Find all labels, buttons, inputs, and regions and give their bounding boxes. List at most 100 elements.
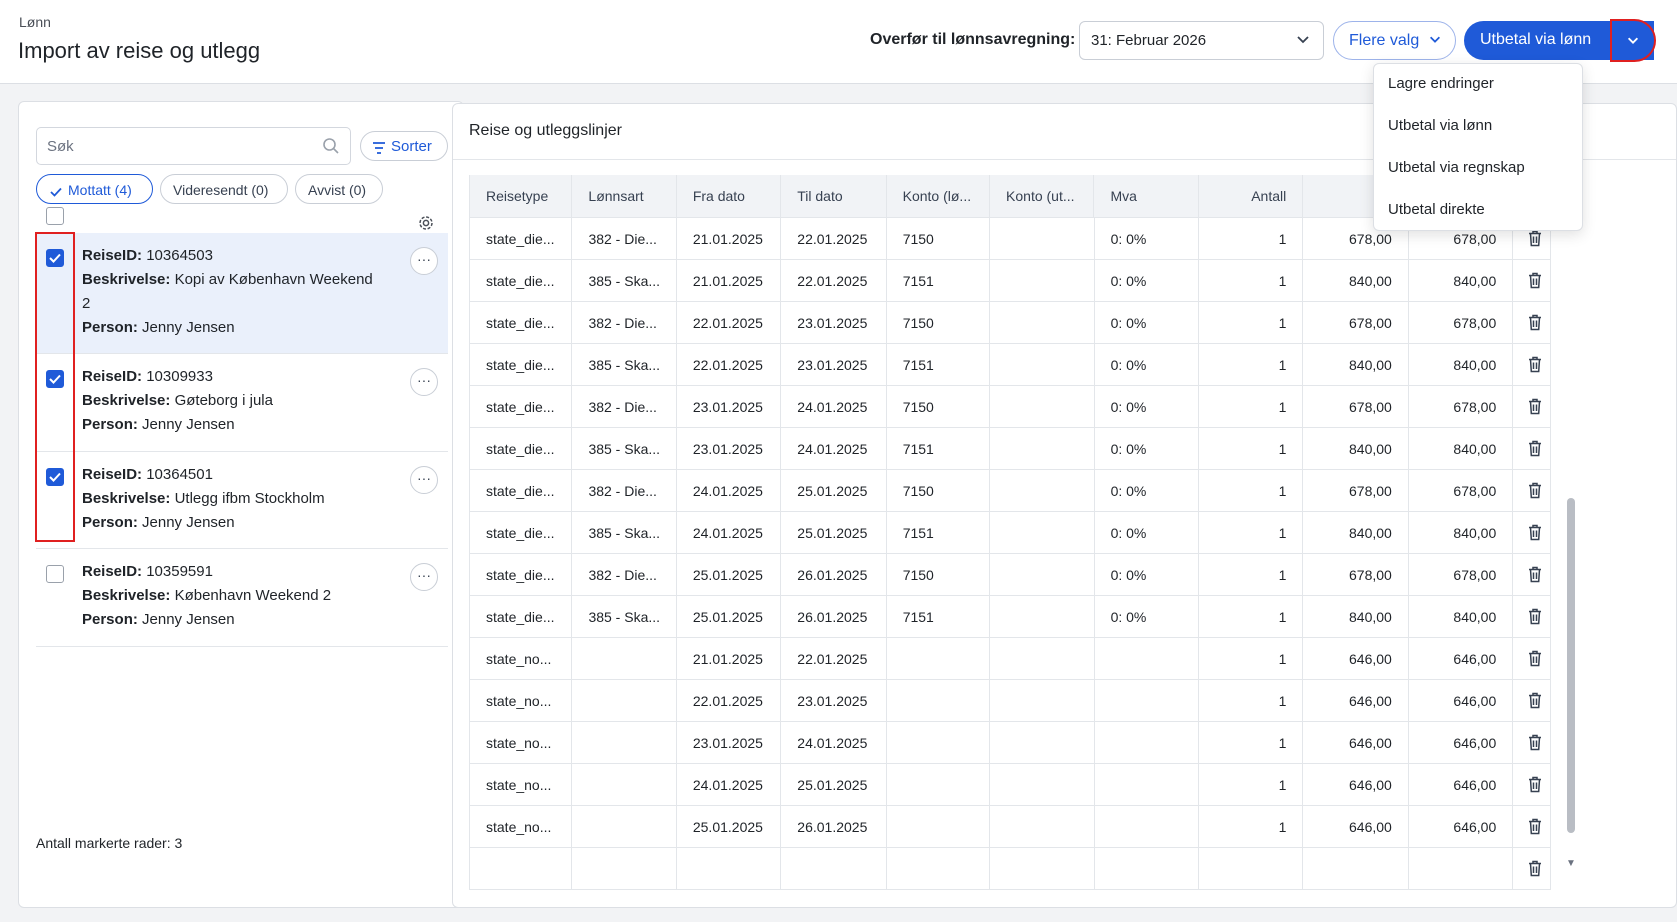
table-cell: 24.01.2025 bbox=[781, 428, 887, 469]
table-row[interactable]: state_die... 385 - Ska... 24.01.2025 25.01.… bbox=[470, 512, 1551, 554]
table-cell: 646,00 bbox=[1409, 638, 1514, 679]
table-cell: 7151 bbox=[887, 344, 991, 385]
filter-received[interactable]: Mottatt (4) bbox=[36, 174, 153, 204]
table-cell: 0: 0% bbox=[1095, 596, 1199, 637]
period-select[interactable]: 31: Februar 2026 bbox=[1079, 21, 1324, 60]
table-row[interactable]: state_die... 382 - Die... 22.01.2025 23.01.… bbox=[470, 302, 1551, 344]
table-cell bbox=[990, 260, 1095, 301]
trash-icon[interactable] bbox=[1513, 848, 1551, 889]
table-cell: 840,00 bbox=[1409, 260, 1514, 301]
breadcrumb[interactable]: Lønn bbox=[19, 14, 51, 30]
trip-checkbox[interactable] bbox=[46, 565, 64, 583]
trash-icon[interactable] bbox=[1513, 512, 1551, 553]
table-row[interactable]: state_die... 385 - Ska... 22.01.2025 23.01.… bbox=[470, 344, 1551, 386]
trash-icon[interactable] bbox=[1513, 554, 1551, 595]
table-cell: 1 bbox=[1199, 638, 1304, 679]
table-cell: 840,00 bbox=[1303, 596, 1409, 637]
table-cell: 25.01.2025 bbox=[781, 764, 887, 805]
trip-card[interactable]: ReiseID: 10364501 Beskrivelse: Utlegg if… bbox=[36, 452, 448, 549]
table-row[interactable]: state_die... 382 - Die... 23.01.2025 24.01.… bbox=[470, 386, 1551, 428]
table-cell: 646,00 bbox=[1303, 638, 1409, 679]
period-value: 31: Februar 2026 bbox=[1091, 32, 1207, 49]
table-cell: 7151 bbox=[887, 596, 991, 637]
trash-icon[interactable] bbox=[1513, 596, 1551, 637]
menu-item-pay-salary[interactable]: Utbetal via lønn bbox=[1388, 117, 1492, 134]
filter-rejected[interactable]: Avvist (0) bbox=[295, 174, 383, 204]
table-row[interactable]: state_die... 382 - Die... 24.01.2025 25.01.… bbox=[470, 470, 1551, 512]
trip-card[interactable]: ReiseID: 10359591 Beskrivelse: København… bbox=[36, 549, 448, 647]
pay-options-toggle[interactable] bbox=[1610, 19, 1656, 62]
table-cell: 840,00 bbox=[1303, 512, 1409, 553]
menu-item-save[interactable]: Lagre endringer bbox=[1388, 75, 1494, 92]
filter-forwarded[interactable]: Videresendt (0) bbox=[160, 174, 288, 204]
table-row[interactable]: state_no... 21.01.2025 22.01.2025 1 646,00 64… bbox=[470, 638, 1551, 680]
table-row[interactable]: state_no... 22.01.2025 23.01.2025 1 646,00 64… bbox=[470, 680, 1551, 722]
trash-icon[interactable] bbox=[1513, 680, 1551, 721]
table-cell bbox=[990, 680, 1095, 721]
table-cell bbox=[1303, 848, 1409, 889]
trash-icon[interactable] bbox=[1513, 638, 1551, 679]
table-row[interactable]: state_die... 385 - Ska... 23.01.2025 24.01.… bbox=[470, 428, 1551, 470]
trip-card[interactable]: ReiseID: 10364503 Beskrivelse: Kopi av K… bbox=[36, 233, 448, 354]
menu-item-pay-accounting[interactable]: Utbetal via regnskap bbox=[1388, 159, 1525, 176]
more-icon[interactable]: ··· bbox=[410, 466, 438, 494]
table-row[interactable]: state_die... 385 - Ska... 25.01.2025 26.01.… bbox=[470, 596, 1551, 638]
trash-icon[interactable] bbox=[1513, 470, 1551, 511]
table-cell: 382 - Die... bbox=[572, 554, 677, 595]
column-header[interactable]: Konto (lø... bbox=[887, 175, 991, 217]
table-cell: 1 bbox=[1199, 722, 1304, 763]
column-header[interactable]: Mva bbox=[1094, 175, 1199, 217]
more-options-button[interactable]: Flere valg bbox=[1333, 21, 1456, 60]
table-row[interactable]: state_die... 382 - Die... 25.01.2025 26.01.… bbox=[470, 554, 1551, 596]
table-cell: state_die... bbox=[470, 596, 573, 637]
menu-item-pay-direct[interactable]: Utbetal direkte bbox=[1388, 201, 1485, 218]
trash-icon[interactable] bbox=[1513, 302, 1551, 343]
table-row[interactable]: state_no... 23.01.2025 24.01.2025 1 646,00 64… bbox=[470, 722, 1551, 764]
table-cell: 0: 0% bbox=[1095, 554, 1199, 595]
trash-icon[interactable] bbox=[1513, 764, 1551, 805]
table-cell: 678,00 bbox=[1409, 302, 1514, 343]
table-row[interactable]: state_die... 385 - Ska... 21.01.2025 22.01.… bbox=[470, 260, 1551, 302]
trip-id: ReiseID: 10364503 bbox=[82, 247, 213, 264]
table-cell: 1 bbox=[1199, 344, 1304, 385]
table-scrollbar[interactable] bbox=[1567, 498, 1575, 833]
column-header[interactable]: Antall bbox=[1199, 175, 1304, 217]
column-header[interactable]: Konto (ut... bbox=[990, 175, 1095, 217]
table-cell: state_no... bbox=[470, 806, 573, 847]
search-input[interactable]: Søk bbox=[36, 127, 351, 165]
table-row[interactable]: state_no... 25.01.2025 26.01.2025 1 646,00 64… bbox=[470, 806, 1551, 848]
table-cell: 385 - Ska... bbox=[572, 428, 677, 469]
trip-card[interactable]: ReiseID: 10309933 Beskrivelse: Gøteborg … bbox=[36, 354, 448, 452]
table-cell: state_no... bbox=[470, 722, 573, 763]
selected-count: Antall markerte rader: 3 bbox=[36, 835, 183, 851]
more-icon[interactable]: ··· bbox=[410, 247, 438, 275]
select-all-checkbox[interactable] bbox=[46, 207, 64, 225]
table-cell bbox=[990, 764, 1095, 805]
more-icon[interactable]: ··· bbox=[410, 368, 438, 396]
trash-icon[interactable] bbox=[1513, 344, 1551, 385]
column-header[interactable]: Lønnsart bbox=[572, 175, 677, 217]
table-cell: 0: 0% bbox=[1095, 218, 1199, 259]
table-cell: state_die... bbox=[470, 218, 573, 259]
sort-button[interactable]: Sorter bbox=[360, 131, 448, 161]
scroll-down-icon[interactable]: ▼ bbox=[1566, 858, 1576, 869]
trash-icon[interactable] bbox=[1513, 722, 1551, 763]
table-cell: state_die... bbox=[470, 260, 573, 301]
table-cell: state_die... bbox=[470, 302, 573, 343]
column-header[interactable]: Reisetype bbox=[470, 175, 573, 217]
column-header[interactable]: Til dato bbox=[781, 175, 887, 217]
table-row[interactable]: state_no... 24.01.2025 25.01.2025 1 646,00 64… bbox=[470, 764, 1551, 806]
trash-icon[interactable] bbox=[1513, 428, 1551, 469]
more-icon[interactable]: ··· bbox=[410, 563, 438, 591]
column-header[interactable]: Fra dato bbox=[677, 175, 782, 217]
trash-icon[interactable] bbox=[1513, 806, 1551, 847]
table-cell: 25.01.2025 bbox=[781, 470, 887, 511]
trash-icon[interactable] bbox=[1513, 386, 1551, 427]
table-cell: 25.01.2025 bbox=[781, 512, 887, 553]
table-cell bbox=[1095, 806, 1199, 847]
trash-icon[interactable] bbox=[1513, 260, 1551, 301]
filter-icon bbox=[372, 141, 386, 158]
table-cell: 385 - Ska... bbox=[572, 260, 677, 301]
table-cell: 21.01.2025 bbox=[677, 218, 782, 259]
table-row[interactable] bbox=[470, 848, 1551, 890]
